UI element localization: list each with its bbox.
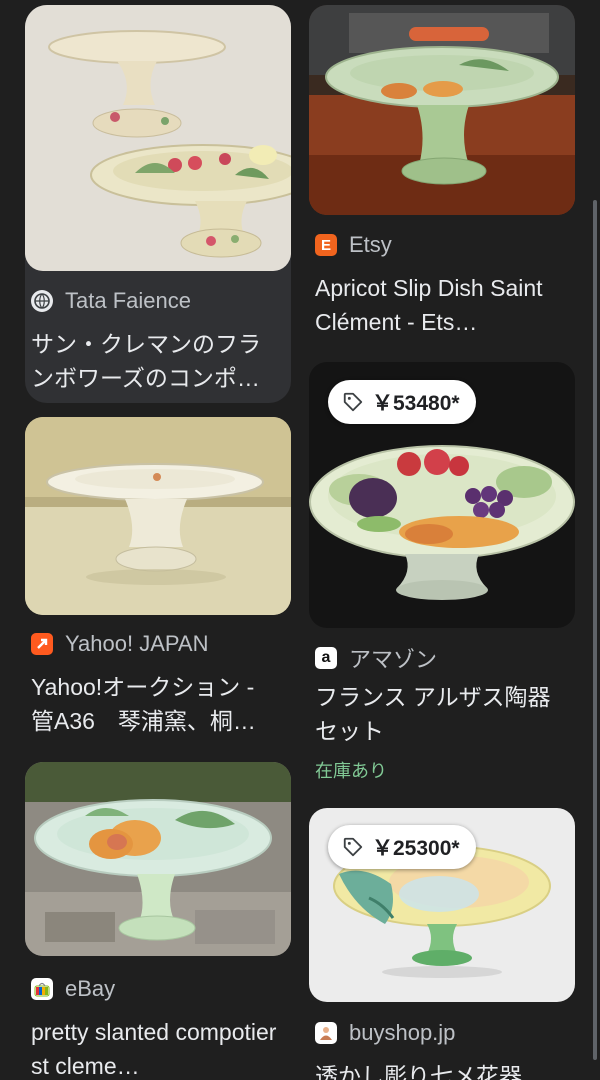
result-source: a アマゾン — [315, 642, 437, 674]
result-title[interactable]: Yahoo!オークション - 管A36 琴浦窯、桐… — [31, 670, 283, 738]
result-title[interactable]: フランス アルザス陶器セット — [315, 680, 555, 748]
result-card-etsy[interactable]: E Etsy Apricot Slip Dish Saint Clément -… — [309, 5, 575, 345]
result-source-name: Tata Faience — [65, 288, 191, 313]
result-image-compote-stands[interactable] — [25, 5, 291, 271]
price-value: ￥53480* — [372, 392, 460, 415]
amazon-icon: a — [315, 647, 337, 669]
price-badge: ￥25300* — [328, 825, 476, 869]
price-value: ￥25300* — [372, 837, 460, 860]
tag-icon — [342, 391, 364, 413]
result-source-name: eBay — [65, 976, 116, 1001]
scrollbar[interactable] — [593, 200, 597, 1060]
result-title[interactable]: 透かし彫り七メ花器… — [315, 1059, 569, 1080]
result-source: eBay — [31, 976, 115, 1002]
result-image-apricot-slip-dish[interactable] — [309, 5, 575, 215]
result-card-tata-faience[interactable]: Tata Faience サン・クレマンのフランボワーズのコンポ… — [25, 5, 291, 403]
result-source: Tata Faience — [31, 288, 191, 314]
result-image-white-cake-stand[interactable] — [25, 417, 291, 615]
result-image-slanted-compotier[interactable] — [25, 762, 291, 956]
result-source-name: buyshop.jp — [349, 1020, 456, 1045]
yahoo-auction-icon — [31, 633, 53, 655]
result-source: buyshop.jp — [315, 1020, 455, 1046]
result-title[interactable]: pretty slanted compotier st cleme… — [31, 1015, 283, 1080]
result-title[interactable]: サン・クレマンのフランボワーズのコンポ… — [31, 327, 283, 395]
price-badge: ￥53480* — [328, 380, 476, 424]
result-source: E Etsy — [315, 232, 392, 258]
result-source: Yahoo! JAPAN — [31, 631, 208, 657]
result-source-name: アマゾン — [349, 647, 438, 672]
result-source-name: Yahoo! JAPAN — [65, 631, 209, 656]
result-title[interactable]: Apricot Slip Dish Saint Clément - Ets… — [315, 271, 569, 339]
buyshop-icon — [315, 1022, 337, 1044]
stock-status: 在庫あり — [315, 761, 387, 781]
result-card-yahoo-japan[interactable]: Yahoo! JAPAN Yahoo!オークション - 管A36 琴浦窯、桐… — [25, 417, 291, 747]
result-card-ebay[interactable]: eBay pretty slanted compotier st cleme… — [25, 762, 291, 1080]
globe-icon — [31, 290, 53, 312]
tag-icon — [342, 836, 364, 858]
result-card-buyshop[interactable]: ￥25300* buyshop.jp 透かし彫り七メ花器… — [309, 808, 575, 1080]
ebay-icon — [31, 978, 53, 1000]
result-source-name: Etsy — [349, 232, 392, 257]
result-card-amazon[interactable]: ￥53480* a アマゾン フランス アルザス陶器セット 在庫あり — [309, 362, 575, 792]
etsy-icon: E — [315, 234, 337, 256]
